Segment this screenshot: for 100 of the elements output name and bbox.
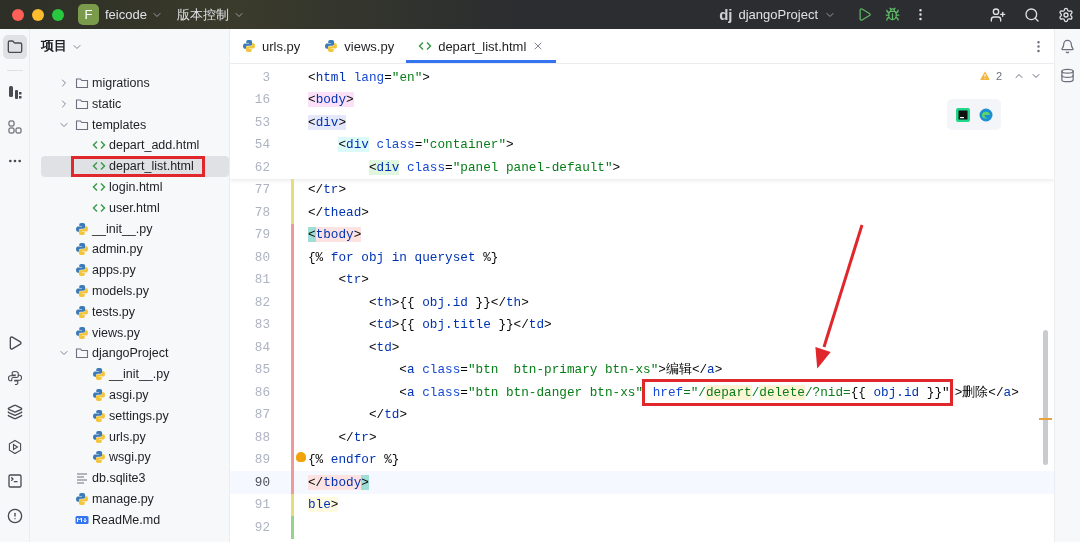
code-text: </td> bbox=[367, 407, 407, 423]
notifications-icon[interactable] bbox=[1060, 39, 1075, 54]
line-number: 91 bbox=[253, 497, 270, 513]
python-file-icon bbox=[75, 283, 89, 298]
close-window-button[interactable] bbox=[12, 8, 24, 21]
line-number: 80 bbox=[253, 249, 270, 265]
html-file-icon bbox=[418, 39, 433, 53]
folder-icon bbox=[75, 117, 89, 132]
tree-item[interactable]: settings.py bbox=[41, 405, 229, 427]
search-icon[interactable] bbox=[1024, 6, 1040, 23]
tree-item[interactable]: db.sqlite3 bbox=[41, 467, 229, 489]
warning-count[interactable]: 2 bbox=[995, 70, 1002, 82]
tree-item[interactable]: depart_add.html bbox=[41, 135, 229, 156]
line-number: 54 bbox=[253, 137, 270, 153]
tree-item[interactable]: models.py bbox=[41, 280, 229, 302]
editor-tab[interactable]: depart_list.html bbox=[406, 29, 557, 63]
tree-item[interactable]: djangoProject bbox=[41, 342, 229, 364]
tree-item[interactable]: apps.py bbox=[41, 259, 229, 281]
code-text: {% endfor %} bbox=[308, 452, 400, 468]
project-name[interactable]: feicode bbox=[105, 7, 147, 22]
code-text: <td>{{ obj.title }}</td> bbox=[367, 317, 552, 333]
tree-item[interactable]: admin.py bbox=[41, 238, 229, 260]
line-number: 84 bbox=[253, 339, 270, 355]
settings-icon[interactable] bbox=[1058, 6, 1074, 23]
tree-item[interactable]: ReadMe.md bbox=[41, 509, 229, 531]
vcs-menu[interactable]: 版本控制 bbox=[176, 5, 229, 24]
code-text: </tr> bbox=[337, 429, 377, 445]
editor-tab[interactable]: urls.py bbox=[230, 29, 313, 63]
python-file-icon bbox=[92, 387, 106, 402]
tree-item[interactable]: user.html bbox=[41, 197, 229, 219]
code-text: </tbody> bbox=[308, 474, 369, 490]
python-file-icon bbox=[92, 450, 106, 465]
terminal-icon[interactable] bbox=[6, 473, 23, 490]
python-file-icon bbox=[242, 39, 256, 53]
tree-item[interactable]: asgi.py bbox=[41, 384, 229, 406]
code-text: </tr> bbox=[308, 182, 347, 198]
line-number: 83 bbox=[253, 317, 270, 333]
tree-item[interactable]: urls.py bbox=[41, 426, 229, 447]
code-text: <div class="panel panel-default"> bbox=[367, 159, 621, 175]
line-number: 88 bbox=[253, 429, 270, 445]
tree-item[interactable]: depart_list.html bbox=[41, 155, 229, 177]
highlighted-code: href="/depart/delete/?nid={{ obj.id }}" bbox=[642, 378, 953, 406]
run-config-name[interactable]: djangoProject bbox=[738, 7, 818, 22]
debug-icon[interactable] bbox=[884, 7, 900, 22]
minimize-window-button[interactable] bbox=[32, 8, 44, 21]
python-file-icon bbox=[92, 408, 106, 423]
tree-item[interactable]: migrations bbox=[41, 72, 229, 94]
line-number: 90 bbox=[253, 474, 270, 490]
line-number: 92 bbox=[253, 519, 270, 535]
run-icon[interactable] bbox=[856, 7, 872, 22]
tree-item[interactable]: wsgi.py bbox=[41, 446, 229, 468]
line-number: 86 bbox=[253, 384, 270, 400]
round-app-icon[interactable] bbox=[978, 107, 993, 122]
line-number: 16 bbox=[253, 92, 270, 108]
tree-item[interactable]: tests.py bbox=[41, 301, 229, 323]
editor-tab[interactable]: views.py bbox=[312, 29, 407, 63]
tree-item[interactable]: views.py bbox=[41, 322, 229, 343]
line-number: 62 bbox=[253, 159, 270, 175]
square-app-icon[interactable] bbox=[955, 107, 970, 122]
code-text: {% for obj in queryset %} bbox=[308, 249, 499, 265]
tree-item[interactable]: manage.py bbox=[41, 488, 229, 510]
code-text: <a class="btn btn-danger btn-xs" bbox=[398, 384, 644, 400]
python-file-icon bbox=[75, 304, 89, 319]
python-file-icon bbox=[75, 221, 89, 236]
text-file-icon bbox=[75, 471, 89, 486]
panel-title[interactable]: 项目 bbox=[41, 38, 67, 55]
code-text: </thead> bbox=[308, 204, 369, 220]
code-text: <td> bbox=[367, 339, 400, 355]
database-icon[interactable] bbox=[1060, 68, 1075, 83]
line-number: 87 bbox=[253, 407, 270, 423]
maximize-window-button[interactable] bbox=[52, 8, 64, 21]
logo-icon[interactable] bbox=[6, 84, 23, 100]
line-number: 81 bbox=[253, 272, 270, 288]
folder-icon[interactable] bbox=[6, 39, 23, 55]
folder-icon bbox=[75, 76, 89, 90]
code-text: <th>{{ obj.id }}</th> bbox=[367, 294, 529, 310]
tree-item[interactable]: __init__.py bbox=[41, 218, 229, 239]
code-text: <tr> bbox=[337, 272, 369, 288]
python-console-icon[interactable] bbox=[6, 369, 23, 386]
services-icon[interactable] bbox=[6, 438, 23, 455]
code-text: <body> bbox=[308, 92, 354, 108]
code-text: >删除</a> bbox=[954, 383, 1019, 401]
line-number: 79 bbox=[253, 227, 270, 243]
tree-item[interactable]: static bbox=[41, 93, 229, 115]
python-file-icon bbox=[92, 367, 106, 382]
folder-icon bbox=[75, 96, 89, 111]
scrollbar-thumb[interactable] bbox=[1043, 330, 1048, 465]
python-file-icon bbox=[92, 429, 106, 444]
tree-item[interactable]: __init__.py bbox=[41, 363, 229, 385]
code-text: <div> bbox=[308, 114, 347, 130]
add-user-icon[interactable] bbox=[990, 6, 1006, 23]
python-file-icon bbox=[324, 39, 339, 53]
tree-item[interactable]: login.html bbox=[41, 176, 229, 198]
line-number: 85 bbox=[253, 362, 270, 378]
layers-icon[interactable] bbox=[6, 404, 23, 421]
line-number: 78 bbox=[253, 204, 270, 220]
structure-icon[interactable] bbox=[6, 118, 23, 135]
problems-icon[interactable] bbox=[6, 508, 23, 524]
tree-item[interactable]: templates bbox=[41, 114, 229, 135]
code-text: ble> bbox=[308, 497, 339, 513]
